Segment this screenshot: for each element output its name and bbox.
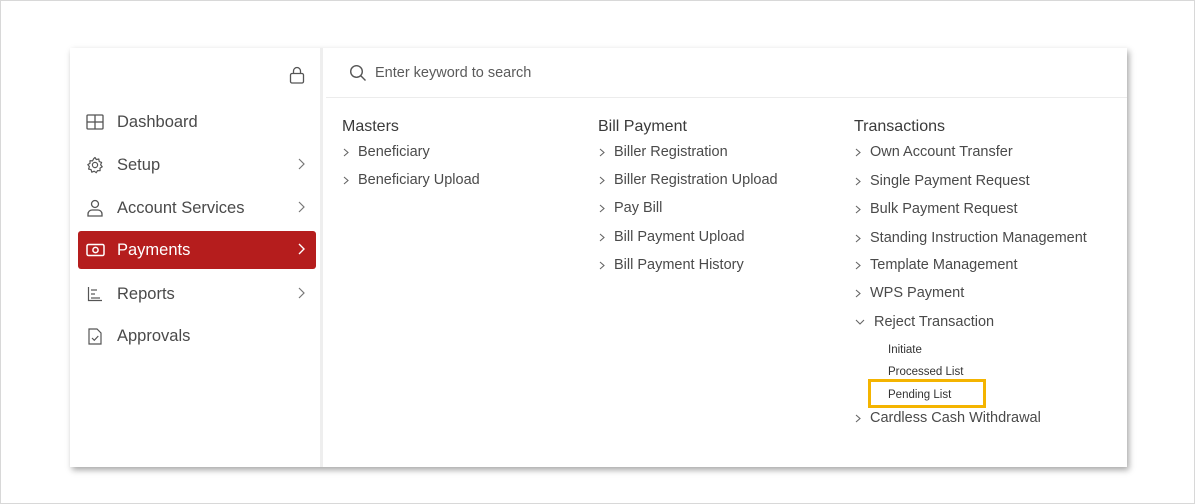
chevron-down-icon xyxy=(854,316,866,328)
masters-heading: Masters xyxy=(342,118,399,135)
chevron-right-icon xyxy=(854,259,862,271)
chevron-right-icon xyxy=(598,146,606,158)
submenu-link-pending-list[interactable]: Pending List xyxy=(888,389,951,401)
menu-link-reject-transaction[interactable]: Reject Transaction xyxy=(854,314,994,330)
chevron-right-icon xyxy=(598,174,606,186)
sidebar-item-label: Dashboard xyxy=(117,112,198,131)
menu-link-standing-instruction-management[interactable]: Standing Instruction Management xyxy=(854,230,1087,246)
menu-content: Masters Beneficiary Beneficiary Upload B… xyxy=(326,48,1127,467)
menu-link-biller-registration-upload[interactable]: Biller Registration Upload xyxy=(598,172,778,188)
sidebar-item-approvals[interactable]: Approvals xyxy=(78,317,316,355)
chevron-right-icon xyxy=(296,285,306,301)
chevron-right-icon xyxy=(342,174,350,186)
transactions-heading: Transactions xyxy=(854,118,945,135)
menu-link-single-payment-request[interactable]: Single Payment Request xyxy=(854,173,1030,189)
menu-link-wps-payment[interactable]: WPS Payment xyxy=(854,285,964,301)
chevron-right-icon xyxy=(296,156,306,172)
chevron-right-icon xyxy=(598,259,606,271)
mega-menu-panel: Dashboard Setup Account Services Payment… xyxy=(70,48,1127,467)
sidebar-item-reports[interactable]: Reports xyxy=(78,275,316,313)
menu-link-bulk-payment-request[interactable]: Bulk Payment Request xyxy=(854,201,1018,217)
submenu-link-initiate[interactable]: Initiate xyxy=(888,344,922,356)
sidebar-item-label: Reports xyxy=(117,284,175,303)
screenshot-frame: Dashboard Setup Account Services Payment… xyxy=(0,0,1195,504)
approval-document-icon xyxy=(85,326,105,346)
search-bar xyxy=(326,48,1127,98)
chevron-right-icon xyxy=(854,412,862,424)
menu-link-cardless-cash-withdrawal[interactable]: Cardless Cash Withdrawal xyxy=(854,410,1041,426)
banknote-icon xyxy=(85,240,105,260)
chevron-right-icon xyxy=(854,232,862,244)
menu-link-bill-payment-history[interactable]: Bill Payment History xyxy=(598,257,744,273)
submenu-link-processed-list[interactable]: Processed List xyxy=(888,366,963,378)
sidebar-item-label: Payments xyxy=(117,240,191,259)
chevron-right-icon xyxy=(296,241,306,257)
sidebar-item-label: Account Services xyxy=(117,198,245,217)
menu-link-bill-payment-upload[interactable]: Bill Payment Upload xyxy=(598,229,745,245)
sidebar: Dashboard Setup Account Services Payment… xyxy=(70,48,323,467)
chevron-right-icon xyxy=(854,175,862,187)
reports-icon xyxy=(85,284,105,304)
user-icon xyxy=(85,198,105,218)
chevron-right-icon xyxy=(854,287,862,299)
sidebar-item-label: Approvals xyxy=(117,326,191,345)
bill-payment-heading: Bill Payment xyxy=(598,118,687,135)
transactions-column: Transactions Own Account Transfer Single… xyxy=(854,118,1124,458)
menu-link-beneficiary[interactable]: Beneficiary xyxy=(342,144,430,160)
search-icon xyxy=(349,64,367,82)
menu-link-pay-bill[interactable]: Pay Bill xyxy=(598,200,662,216)
sidebar-item-label: Setup xyxy=(117,155,161,174)
sidebar-item-setup[interactable]: Setup xyxy=(78,146,316,184)
chevron-right-icon xyxy=(854,203,862,215)
chevron-right-icon xyxy=(598,231,606,243)
search-input[interactable] xyxy=(375,64,975,81)
menu-link-own-account-transfer[interactable]: Own Account Transfer xyxy=(854,144,1013,160)
menu-link-biller-registration[interactable]: Biller Registration xyxy=(598,144,728,160)
chevron-right-icon xyxy=(598,202,606,214)
gear-icon xyxy=(85,155,105,175)
sidebar-item-payments[interactable]: Payments xyxy=(78,231,316,269)
chevron-right-icon xyxy=(342,146,350,158)
chevron-right-icon xyxy=(296,199,306,215)
menu-link-template-management[interactable]: Template Management xyxy=(854,257,1018,273)
masters-column: Masters Beneficiary Beneficiary Upload xyxy=(342,118,582,238)
lock-icon[interactable] xyxy=(289,66,305,84)
grid-icon xyxy=(85,112,105,132)
bill-payment-column: Bill Payment Biller Registration Biller … xyxy=(598,118,838,318)
chevron-right-icon xyxy=(854,146,862,158)
menu-link-beneficiary-upload[interactable]: Beneficiary Upload xyxy=(342,172,480,188)
sidebar-item-account-services[interactable]: Account Services xyxy=(78,189,316,227)
sidebar-item-dashboard[interactable]: Dashboard xyxy=(78,103,316,141)
